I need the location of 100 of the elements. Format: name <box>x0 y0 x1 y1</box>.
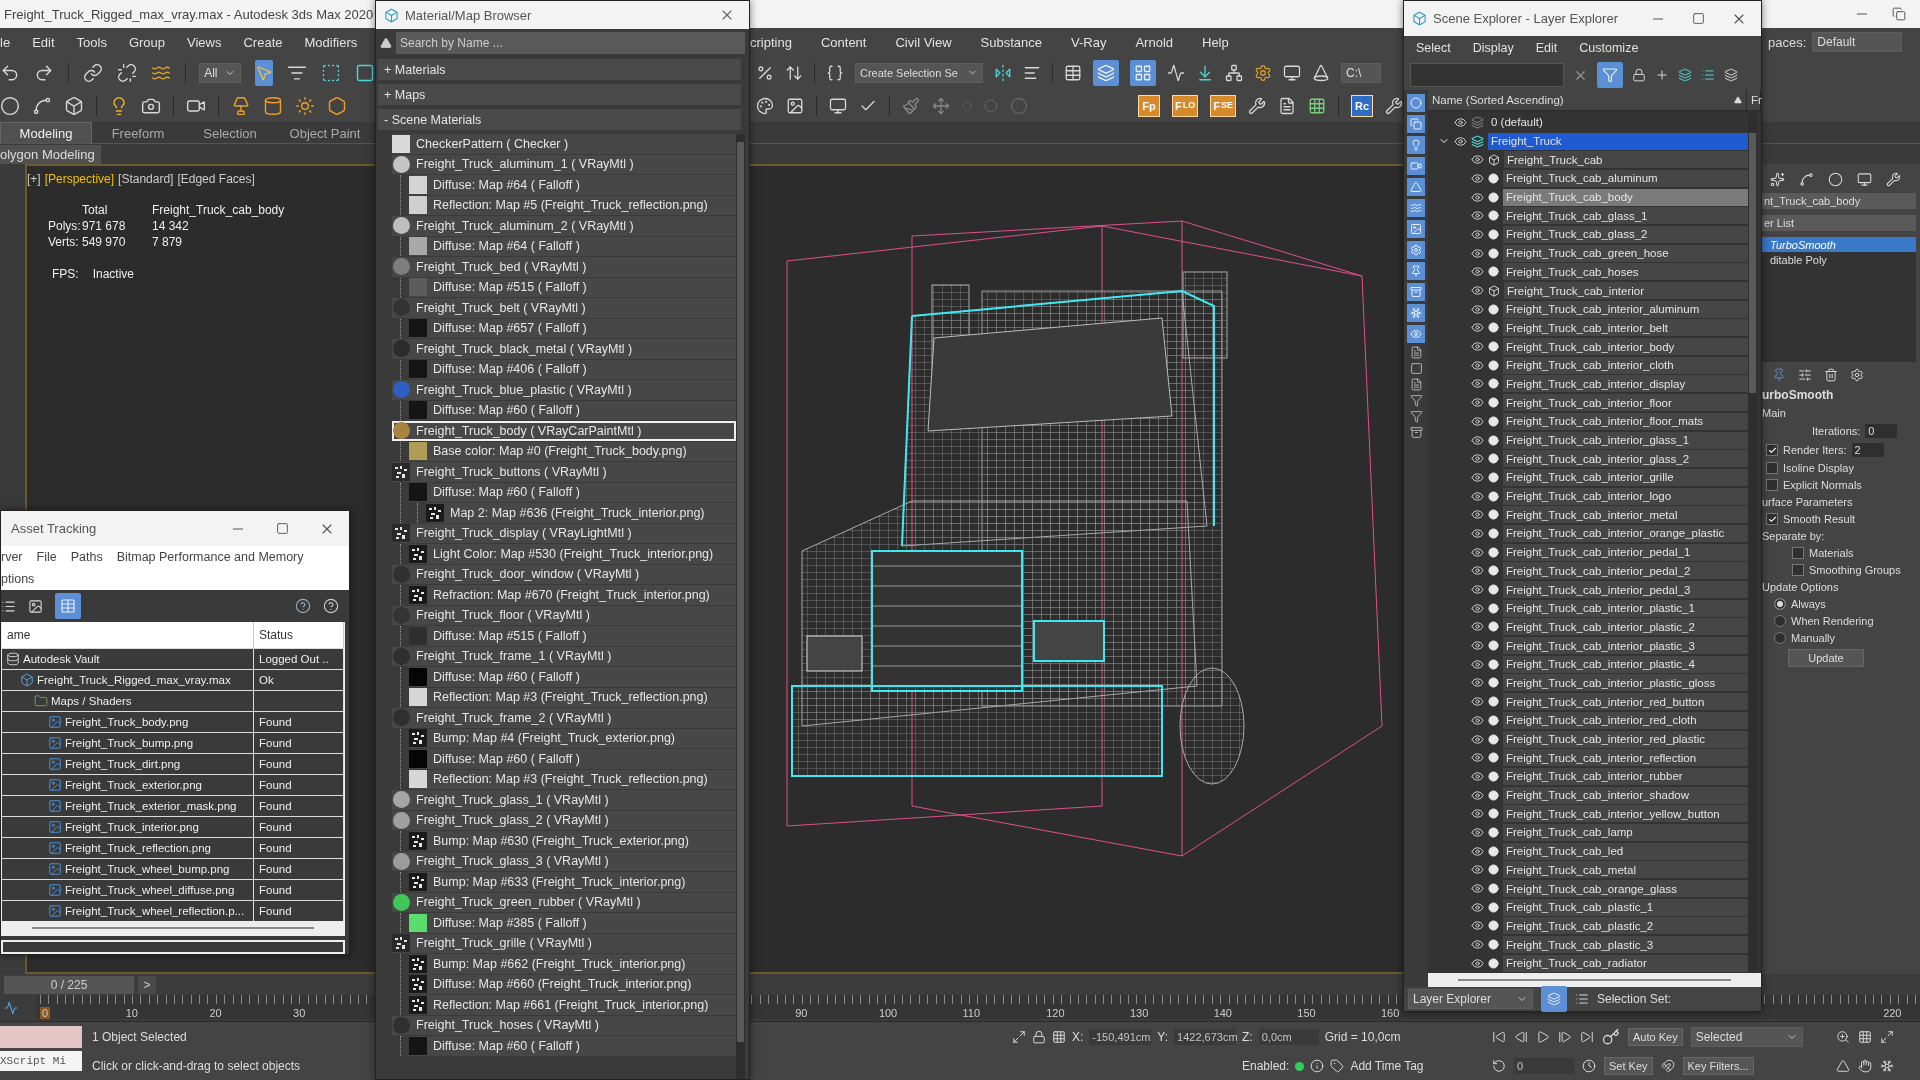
visibility-eye-icon[interactable] <box>1471 751 1484 765</box>
absolute-mode-icon[interactable] <box>1052 1030 1066 1044</box>
visibility-eye-icon[interactable] <box>1454 134 1467 148</box>
viewport-label[interactable]: [Perspective] <box>44 172 115 186</box>
object-item[interactable]: Freight_Truck_cab_interior_rubber <box>1503 767 1748 785</box>
scrollbar[interactable] <box>1428 973 1761 987</box>
object-item[interactable]: Freight_Truck_cab_interior_glass_2 <box>1503 450 1748 468</box>
menu-item[interactable]: Edit <box>32 34 55 50</box>
menu-item[interactable]: Tools <box>76 34 107 50</box>
scrollbar[interactable] <box>1748 113 1757 973</box>
radio-button[interactable] <box>1774 615 1786 627</box>
menu-item[interactable]: Help <box>1202 34 1229 50</box>
search-field[interactable] <box>1410 63 1564 87</box>
material-item[interactable]: Freight_Truck_buttons ( VRayMtl ) <box>392 462 736 482</box>
info-icon[interactable] <box>1310 1059 1325 1073</box>
dot-icon[interactable] <box>1010 96 1028 115</box>
checkbox[interactable] <box>1792 547 1804 559</box>
object-item[interactable]: Freight_Truck_cab_interior_reflection <box>1503 749 1748 767</box>
object-item[interactable]: Freight_Truck_cab_metal <box>1503 861 1748 879</box>
object-item[interactable]: Freight_Truck_cab_interior_yellow_button <box>1503 805 1748 823</box>
object-item[interactable]: Freight_Truck_cab_interior_floor <box>1503 394 1748 412</box>
menu-item[interactable]: File <box>36 550 57 564</box>
menu-item[interactable]: V-Ray <box>1071 34 1107 50</box>
object-item[interactable]: Freight_Truck_cab_plastic_3 <box>1503 936 1748 954</box>
map-item[interactable]: Diffuse: Map #657 ( Falloff ) <box>409 318 736 338</box>
map-item[interactable]: Base color: Map #0 (Freight_Truck_body.png) <box>409 441 736 461</box>
percent-snap-icon[interactable] <box>756 63 774 82</box>
asset-name[interactable]: Freight_Truck_Rigged_max_vray.max <box>37 674 231 686</box>
link-icon[interactable] <box>82 62 103 83</box>
enabled-indicator[interactable] <box>1295 1061 1305 1071</box>
asset-name[interactable]: Freight_Truck_exterior.png <box>65 779 202 791</box>
map-item[interactable]: Reflection: Map #661 (Freight_Truck_interior.png) <box>409 995 736 1015</box>
menu-item[interactable]: Edit <box>1535 41 1558 55</box>
settings-icon[interactable] <box>1254 63 1272 82</box>
help-icon[interactable] <box>323 598 339 614</box>
selection-filter-dropdown[interactable]: All <box>199 62 241 83</box>
layers-icon[interactable] <box>1678 68 1692 82</box>
map-item[interactable]: Diffuse: Map #515 ( Falloff ) <box>409 277 736 297</box>
grid-icon[interactable] <box>1308 96 1326 115</box>
object-item[interactable]: Freight_Truck_cab <box>1504 151 1748 169</box>
unlink-icon[interactable] <box>116 62 137 83</box>
checkbox[interactable] <box>1766 479 1778 491</box>
table-icon[interactable] <box>1064 63 1082 82</box>
box-icon[interactable] <box>64 95 84 116</box>
visibility-eye-icon[interactable] <box>1471 713 1484 727</box>
menu-item[interactable]: Display <box>1472 41 1514 55</box>
visibility-eye-icon[interactable] <box>1471 639 1484 653</box>
scrollbar[interactable] <box>736 134 745 1079</box>
download-icon[interactable] <box>1196 63 1214 82</box>
sun-icon[interactable] <box>295 95 315 116</box>
render-frame-icon[interactable] <box>1283 63 1301 82</box>
object-item[interactable]: Freight_Truck_cab_interior_red_button <box>1503 693 1748 711</box>
filter-button[interactable] <box>1597 62 1623 88</box>
go-to-end-icon[interactable] <box>1580 1030 1594 1044</box>
pan-icon[interactable] <box>1858 1058 1872 1073</box>
list-tool-icon[interactable] <box>1409 346 1423 359</box>
list-tool-icon[interactable] <box>1409 410 1423 423</box>
configure-icon[interactable] <box>1850 368 1864 382</box>
material-item[interactable]: Freight_Truck_glass_3 ( VRayMtl ) <box>392 851 736 871</box>
visibility-eye-icon[interactable] <box>1471 526 1484 540</box>
object-item[interactable]: Freight_Truck_cab_aluminum <box>1503 169 1748 187</box>
coordinate-field[interactable]: 1422,673cm <box>1174 1029 1237 1045</box>
material-item[interactable]: Freight_Truck_grille ( VRayMtl ) <box>392 933 736 953</box>
explorer-mode-dropdown[interactable]: Layer Explorer <box>1408 989 1533 1009</box>
selection-set-dropdown[interactable]: Create Selection Se <box>855 62 983 83</box>
delete-icon[interactable] <box>1824 368 1838 382</box>
selection-region-icon[interactable] <box>321 62 341 83</box>
object-item[interactable]: Freight_Truck_cab_lamp <box>1503 823 1748 841</box>
object-item[interactable]: Freight_Truck_cab_interior_body <box>1503 338 1748 356</box>
material-item[interactable]: Freight_Truck_hoses ( VRayMtl ) <box>392 1015 736 1035</box>
rollout-title[interactable]: urboSmooth <box>1762 388 1920 402</box>
workspace-dropdown[interactable]: Default <box>1812 32 1903 52</box>
object-item[interactable]: Freight_Truck_cab_interior_display <box>1503 375 1748 393</box>
time-slider-thumb[interactable]: 0 / 225 <box>4 975 134 994</box>
category-header[interactable]: - Scene Materials <box>378 109 741 130</box>
set-key-button[interactable]: Set Key <box>1604 1057 1653 1075</box>
asset-name[interactable]: Freight_Truck_bump.png <box>65 737 194 749</box>
visibility-eye-icon[interactable] <box>1471 900 1484 914</box>
visibility-eye-icon[interactable] <box>1471 769 1484 783</box>
menu-item[interactable]: rver <box>1 550 23 564</box>
coordinate-field[interactable]: 0,0cm <box>1258 1029 1319 1045</box>
previous-frame-icon[interactable] <box>1514 1030 1528 1044</box>
thumbnail-view-icon[interactable] <box>28 598 43 614</box>
map-item[interactable]: Diffuse: Map #660 (Freight_Truck_interior.png) <box>409 974 736 994</box>
column-header[interactable]: ame <box>2 622 254 648</box>
loop-icon[interactable] <box>1492 1059 1506 1073</box>
curve-editor-icon[interactable] <box>1167 63 1185 82</box>
lock-icon[interactable] <box>1032 1030 1046 1044</box>
checkbox[interactable] <box>1792 564 1804 576</box>
key-filters-button[interactable]: Key Filters... <box>1682 1057 1754 1075</box>
visibility-eye-icon[interactable] <box>1471 489 1484 503</box>
hierarchy-icon[interactable] <box>1828 172 1843 187</box>
viewport-label[interactable]: [Edged Faces] <box>177 172 255 186</box>
visibility-eye-icon[interactable] <box>1471 171 1484 185</box>
visibility-eye-icon[interactable] <box>1471 676 1484 690</box>
create-icon[interactable] <box>1770 172 1785 187</box>
asset-name[interactable]: Freight_Truck_wheel_reflection.p... <box>65 905 245 917</box>
zoom-icon[interactable] <box>1836 1029 1850 1044</box>
asset-name[interactable]: Freight_Truck_exterior_mask.png <box>65 800 237 812</box>
shape-icon[interactable] <box>32 95 52 116</box>
